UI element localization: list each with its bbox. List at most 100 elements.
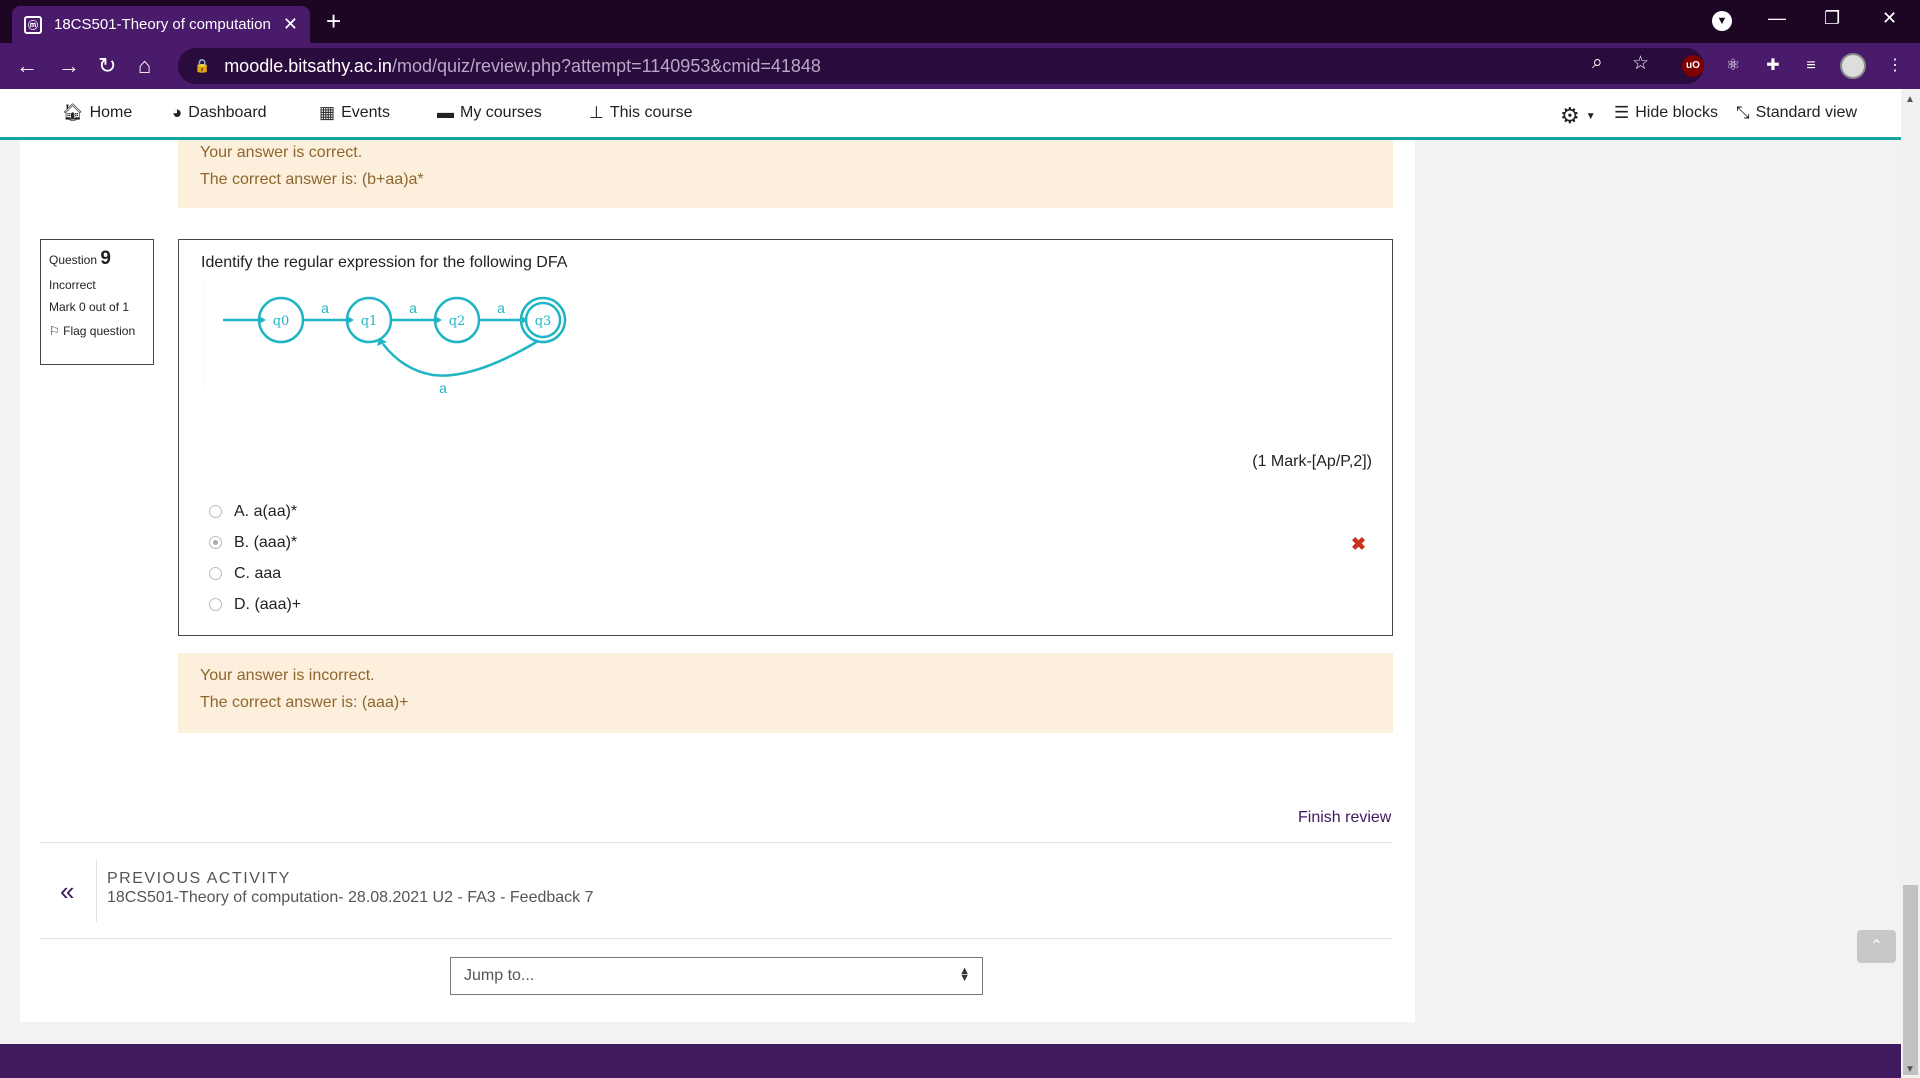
briefcase-icon: ▬ [437, 103, 454, 122]
minimize-icon[interactable]: — [1768, 8, 1786, 29]
forward-icon[interactable]: → [58, 53, 80, 79]
browser-menu-icon[interactable]: ⋮ [1884, 55, 1906, 77]
standard-view-button[interactable]: ⤡ Standard view [1736, 103, 1857, 123]
bookmark-star-icon[interactable]: ☆ [1632, 52, 1649, 75]
previous-feedback-answer: The correct answer is: (b+aa)a* [200, 171, 424, 188]
profile-avatar[interactable] [1840, 53, 1866, 79]
nav-events[interactable]: ▦ Events [319, 103, 390, 123]
ublock-extension-icon[interactable]: uO [1682, 55, 1704, 77]
calendar-icon: ▦ [319, 103, 336, 122]
double-chevron-left-icon[interactable]: « [60, 876, 74, 907]
question-text: Identify the regular expression for the … [201, 254, 568, 271]
extensions-puzzle-icon[interactable]: ✚ [1762, 55, 1784, 77]
scrollbar-thumb[interactable] [1903, 885, 1918, 1075]
answer-option-label: B. (aaa)* [234, 533, 298, 551]
jump-to-select[interactable]: Jump to... ▲ ▼ [450, 957, 983, 995]
dfa-transition-label: a [497, 300, 505, 316]
answer-feedback: Your answer is incorrect. The correct an… [178, 653, 1393, 733]
jump-to-label: Jump to... [464, 967, 535, 984]
radio-button[interactable] [209, 598, 222, 611]
question-status: Incorrect [49, 278, 96, 292]
lock-icon: 🔒 [194, 58, 211, 73]
radio-button[interactable] [209, 567, 222, 580]
answer-option-label: D. (aaa)+ [234, 595, 302, 613]
dfa-transition-label: a [439, 380, 447, 396]
scroll-up-arrow-icon[interactable]: ▲ [1905, 94, 1915, 105]
answer-option-label: C. aaa [234, 564, 282, 582]
back-icon[interactable]: ← [16, 53, 38, 79]
nav-my-courses[interactable]: ▬ My courses [437, 103, 542, 123]
media-control-icon[interactable]: ≡ [1800, 55, 1822, 77]
profile-dropdown-icon[interactable]: ▼ [1712, 11, 1732, 31]
answer-option[interactable]: C. aaa [209, 558, 301, 589]
nav-events-label: Events [341, 104, 390, 121]
sitemap-icon: ⊥ [589, 103, 604, 122]
incorrect-icon: ✖ [1351, 534, 1367, 554]
chevron-up-icon: ⌃ [1869, 938, 1884, 955]
url-host: moodle.bitsathy.ac.in [224, 55, 392, 76]
answer-option[interactable]: D. (aaa)+ [209, 589, 301, 620]
window-close-icon[interactable]: ✕ [1882, 8, 1897, 29]
caret-down-icon: ▼ [1585, 110, 1596, 122]
dfa-transition-label: a [409, 300, 417, 316]
answer-option-label: A. a(aa)* [234, 502, 298, 520]
settings-menu[interactable]: ⚙ ▼ [1560, 103, 1596, 129]
moodle-favicon-icon: ⓜ [24, 15, 42, 34]
nav-dashboard-label: Dashboard [188, 104, 267, 121]
back-to-top-button[interactable]: ⌃ [1857, 930, 1896, 963]
nav-my-courses-label: My courses [460, 104, 542, 121]
restore-icon[interactable]: ❐ [1824, 8, 1840, 29]
question-info: Question 9 Incorrect Mark 0 out of 1 ⚐ F… [40, 239, 154, 365]
feedback-status: Your answer is incorrect. [200, 667, 375, 684]
nav-this-course-label: This course [609, 104, 693, 121]
compress-icon: ⤡ [1736, 103, 1750, 122]
gear-icon: ⚙ [1560, 103, 1580, 128]
address-bar[interactable]: 🔒 moodle.bitsathy.ac.in /mod/quiz/review… [178, 48, 1704, 84]
finish-review-link[interactable]: Finish review [1298, 809, 1391, 827]
new-tab-icon[interactable]: + [326, 6, 341, 37]
list-icon: ☰ [1614, 103, 1630, 122]
flag-icon: ⚐ [49, 324, 60, 338]
previous-activity-label: PREVIOUS ACTIVITY [107, 870, 291, 887]
previous-feedback-status: Your answer is correct. [200, 144, 363, 161]
nav-this-course[interactable]: ⊥ This course [589, 103, 693, 123]
browser-tab[interactable]: ⓜ 18CS501-Theory of computation ✕ [12, 6, 310, 43]
feedback-correct-answer: The correct answer is: (aaa)+ [200, 694, 409, 711]
radio-button-selected[interactable] [209, 536, 222, 549]
nav-home[interactable]: 🏠︎ Home [62, 103, 132, 123]
browser-tab-bar: ⓜ 18CS501-Theory of computation ✕ + ▼ — … [0, 0, 1920, 43]
reload-icon[interactable]: ↻ [98, 53, 116, 79]
home-browser-icon[interactable]: ⌂ [138, 53, 151, 79]
previous-feedback: Your answer is correct. The correct answ… [178, 140, 1393, 208]
nav-home-label: Home [89, 104, 133, 121]
answer-option[interactable]: B. (aaa)* [209, 527, 301, 558]
home-icon: 🏠︎ [62, 103, 84, 122]
scroll-down-arrow-icon[interactable]: ▼ [1905, 1064, 1915, 1075]
question-box: Identify the regular expression for the … [178, 239, 1393, 636]
dashboard-icon: ◕ [172, 103, 183, 122]
dfa-diagram: q0 q1 q2 q3 a a a a [203, 280, 567, 396]
radio-button[interactable] [209, 505, 222, 518]
dfa-label-q0: q0 [273, 314, 290, 329]
hide-blocks-button[interactable]: ☰ Hide blocks [1614, 103, 1718, 123]
tab-title: 18CS501-Theory of computation [54, 16, 271, 33]
previous-activity-link[interactable]: 18CS501-Theory of computation- 28.08.202… [107, 889, 594, 907]
dfa-label-q1: q1 [361, 314, 378, 329]
dfa-transition-label: a [321, 300, 329, 316]
flag-question-link[interactable]: ⚐ Flag question [49, 324, 145, 338]
close-tab-icon[interactable]: ✕ [283, 14, 298, 35]
answer-option[interactable]: A. a(aa)* [209, 496, 301, 527]
question-mark: Mark 0 out of 1 [49, 300, 130, 314]
divider [96, 860, 97, 922]
react-extension-icon[interactable]: ⚛ [1722, 55, 1744, 77]
standard-view-label: Standard view [1755, 104, 1857, 121]
browser-toolbar: ← → ↻ ⌂ 🔒 moodle.bitsathy.ac.in /mod/qui… [0, 43, 1920, 89]
divider [40, 842, 1393, 843]
question-number: Question 9 [49, 248, 111, 269]
nav-dashboard[interactable]: ◕ Dashboard [172, 103, 267, 123]
url-path: /mod/quiz/review.php?attempt=1140953&cmi… [391, 55, 821, 76]
marks-info: (1 Mark-[Ap/P,2]) [1252, 453, 1372, 470]
divider [40, 938, 1393, 939]
moodle-navbar: 🏠︎ Home ◕ Dashboard ▦ Events ▬ My course… [0, 89, 1901, 140]
zoom-icon[interactable]: ⌕ [1592, 52, 1603, 74]
